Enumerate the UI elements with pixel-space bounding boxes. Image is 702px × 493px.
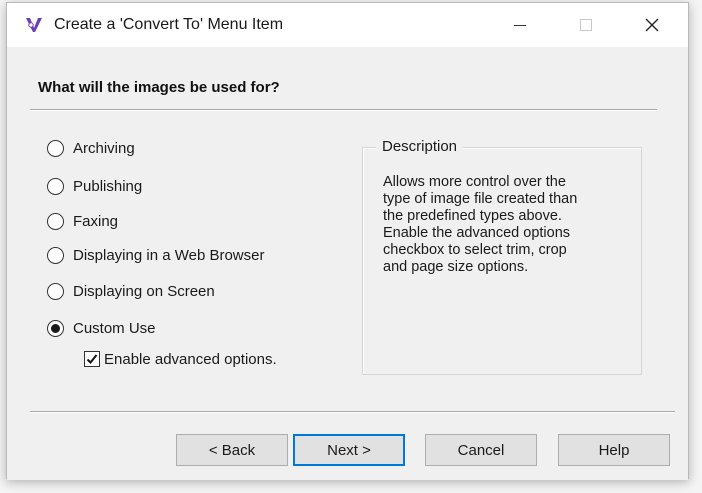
radio-faxing[interactable]: Faxing (47, 210, 118, 232)
radio-button[interactable] (47, 177, 64, 195)
radio-label: Displaying on Screen (73, 282, 215, 300)
maximize-icon (580, 19, 592, 31)
radio-label: Faxing (73, 212, 119, 230)
help-button[interactable]: Help (558, 434, 670, 466)
page-heading: What will the images be used for? (38, 79, 280, 96)
dialog-window: Create a 'Convert To' Menu Item What wil… (6, 2, 689, 480)
description-line: and page size options. (383, 259, 529, 275)
description-line: checkbox to select trim, crop (383, 242, 567, 258)
radio-label: Publishing (73, 177, 143, 195)
minimize-button[interactable] (497, 3, 543, 47)
title-bar[interactable]: Create a 'Convert To' Menu Item (7, 3, 688, 47)
description-line: type of image file created than (383, 191, 578, 207)
app-logo-icon (26, 18, 42, 32)
radio-button[interactable] (47, 212, 64, 230)
description-line: the predefined types above. (383, 208, 562, 224)
minimize-icon (514, 25, 526, 26)
radio-custom-use[interactable]: Custom Use (47, 317, 156, 339)
advanced-options-checkbox-row[interactable]: Enable advanced options. (84, 348, 277, 370)
description-title: Description (376, 138, 464, 155)
description-line: Allows more control over the (383, 174, 566, 190)
advanced-options-label: Enable advanced options. (104, 350, 277, 368)
radio-screen[interactable]: Displaying on Screen (47, 280, 215, 302)
checkmark-icon (86, 354, 98, 364)
radio-dot (51, 323, 60, 333)
close-button[interactable] (629, 3, 675, 47)
radio-publishing[interactable]: Publishing (47, 175, 142, 197)
radio-archiving[interactable]: Archiving (47, 137, 135, 159)
radio-button[interactable] (47, 139, 64, 157)
header-divider (30, 109, 657, 111)
dialog-content: What will the images be used for? Archiv… (7, 47, 688, 480)
description-group: Description Allows more control over the… (362, 138, 642, 375)
radio-label: Custom Use (73, 319, 156, 337)
radio-web-browser[interactable]: Displaying in a Web Browser (47, 244, 264, 266)
footer-divider (30, 411, 675, 413)
next-button[interactable]: Next > (293, 434, 405, 466)
back-button[interactable]: < Back (176, 434, 288, 466)
advanced-options-checkbox[interactable] (84, 351, 100, 367)
cancel-button[interactable]: Cancel (425, 434, 537, 466)
radio-button[interactable] (47, 282, 64, 300)
window-title: Create a 'Convert To' Menu Item (54, 16, 284, 33)
radio-label: Archiving (73, 139, 135, 157)
radio-button-selected[interactable] (47, 319, 64, 337)
maximize-button[interactable] (563, 3, 609, 47)
radio-button[interactable] (47, 246, 64, 264)
radio-label: Displaying in a Web Browser (73, 246, 265, 264)
description-line: Enable the advanced options (383, 225, 571, 241)
description-text: Allows more control over the type of ima… (383, 174, 623, 276)
close-icon (645, 18, 659, 32)
